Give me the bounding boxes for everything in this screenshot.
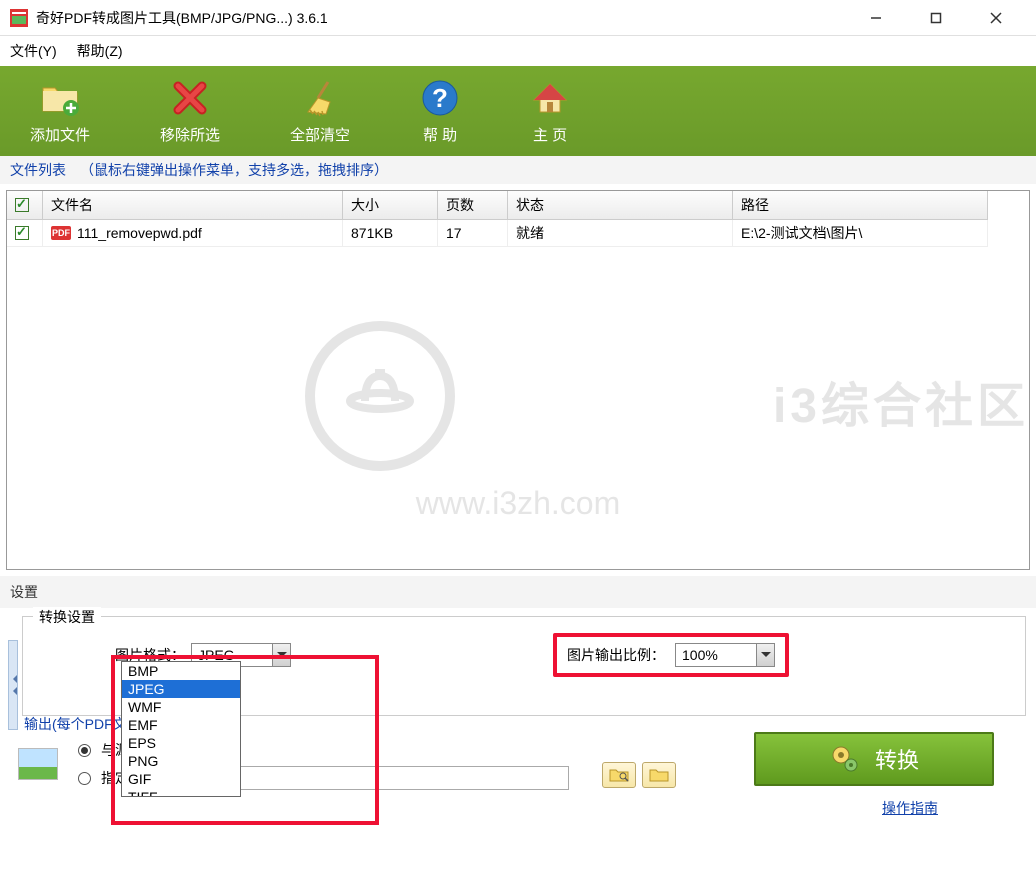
broom-icon — [300, 78, 340, 118]
titlebar: 奇好PDF转成图片工具(BMP/JPG/PNG...) 3.6.1 — [0, 0, 1036, 36]
window-title: 奇好PDF转成图片工具(BMP/JPG/PNG...) 3.6.1 — [36, 8, 846, 28]
settings-label: 设置 — [0, 576, 1036, 608]
menu-help[interactable]: 帮助(Z) — [77, 41, 123, 61]
folder-add-icon — [40, 78, 80, 118]
file-list-header-line: 文件列表 （鼠标右键弹出操作菜单，支持多选，拖拽排序） — [0, 156, 1036, 184]
row-pages: 17 — [438, 220, 508, 247]
convert-settings-legend: 转换设置 — [33, 607, 101, 627]
file-list-label: 文件列表 — [10, 160, 66, 180]
ratio-value: 100% — [676, 647, 724, 663]
row-path: E:\2-测试文档\图片\ — [733, 220, 988, 247]
maximize-button[interactable] — [906, 5, 966, 31]
convert-button[interactable]: 转换 — [754, 732, 994, 786]
menu-file[interactable]: 文件(Y) — [10, 41, 57, 61]
watermark-text: i3综合社区 — [773, 366, 1029, 436]
help-label: 帮 助 — [423, 124, 457, 145]
format-option[interactable]: EMF — [122, 716, 240, 734]
folder-icon — [649, 767, 669, 783]
watermark: i3综合社区 www.i3zh.com — [7, 321, 1029, 522]
chevron-down-icon[interactable] — [756, 644, 774, 666]
clear-all-button[interactable]: 全部清空 — [290, 78, 350, 145]
format-option[interactable]: PNG — [122, 752, 240, 770]
open-folder-button[interactable] — [642, 762, 676, 788]
col-path-header[interactable]: 路径 — [733, 191, 988, 220]
row-size: 871KB — [343, 220, 438, 247]
format-option[interactable]: TIFF — [122, 788, 240, 796]
help-icon: ? — [420, 78, 460, 118]
ratio-highlight: 图片输出比例： 100% — [553, 633, 789, 677]
menubar: 文件(Y) 帮助(Z) — [0, 36, 1036, 66]
file-table[interactable]: 文件名 大小 页数 状态 路径 PDF 111_removepwd.pdf 871… — [6, 190, 1030, 570]
format-dropdown-list[interactable]: BMP JPEG WMF EMF EPS PNG GIF TIFF — [121, 661, 241, 797]
home-button[interactable]: 主 页 — [530, 78, 570, 145]
collapse-handle[interactable] — [8, 640, 18, 730]
radio-same-dir[interactable] — [78, 744, 91, 757]
col-status-header[interactable]: 状态 — [508, 191, 733, 220]
minimize-button[interactable] — [846, 5, 906, 31]
help-button[interactable]: ? 帮 助 — [420, 78, 460, 145]
convert-settings-group: 转换设置 图片格式： JPEG 图片输出比例： 100% BMP JPEG WM… — [22, 616, 1026, 716]
row-name[interactable]: PDF 111_removepwd.pdf — [43, 220, 343, 247]
convert-label: 转换 — [875, 743, 919, 775]
home-label: 主 页 — [533, 124, 567, 145]
format-option-selected[interactable]: JPEG — [122, 680, 240, 698]
chevron-down-icon[interactable] — [272, 644, 290, 666]
col-pages-header[interactable]: 页数 — [438, 191, 508, 220]
add-file-label: 添加文件 — [30, 124, 90, 145]
radio-spec-dir[interactable] — [78, 772, 91, 785]
watermark-url: www.i3zh.com — [7, 485, 1029, 522]
guide-link[interactable]: 操作指南 — [882, 798, 938, 818]
remove-label: 移除所选 — [160, 124, 220, 145]
col-size-header[interactable]: 大小 — [343, 191, 438, 220]
ratio-label: 图片输出比例： — [567, 645, 665, 665]
remove-icon — [170, 78, 210, 118]
col-name-header[interactable]: 文件名 — [43, 191, 343, 220]
file-list-hint: （鼠标右键弹出操作菜单，支持多选，拖拽排序） — [80, 160, 388, 180]
browse-button[interactable] — [602, 762, 636, 788]
clear-all-label: 全部清空 — [290, 124, 350, 145]
remove-button[interactable]: 移除所选 — [160, 78, 220, 145]
svg-text:?: ? — [432, 83, 448, 113]
gears-icon — [829, 743, 861, 775]
picture-icon — [18, 748, 58, 780]
toolbar: 添加文件 移除所选 全部清空 ? 帮 助 主 页 — [0, 66, 1036, 156]
check-all-icon[interactable] — [15, 198, 29, 212]
check-icon[interactable] — [15, 226, 29, 240]
col-check-header[interactable] — [7, 191, 43, 220]
row-name-text: 111_removepwd.pdf — [77, 225, 202, 241]
home-icon — [530, 78, 570, 118]
row-status: 就绪 — [508, 220, 733, 247]
row-check[interactable] — [7, 220, 43, 247]
folder-search-icon — [609, 767, 629, 783]
pdf-icon: PDF — [51, 226, 71, 240]
path-input[interactable] — [209, 766, 569, 790]
close-button[interactable] — [966, 5, 1026, 31]
format-option[interactable]: WMF — [122, 698, 240, 716]
ratio-combo[interactable]: 100% — [675, 643, 775, 667]
app-icon — [10, 9, 28, 27]
format-option[interactable]: GIF — [122, 770, 240, 788]
format-option[interactable]: BMP — [122, 662, 240, 680]
add-file-button[interactable]: 添加文件 — [30, 78, 90, 145]
format-option[interactable]: EPS — [122, 734, 240, 752]
